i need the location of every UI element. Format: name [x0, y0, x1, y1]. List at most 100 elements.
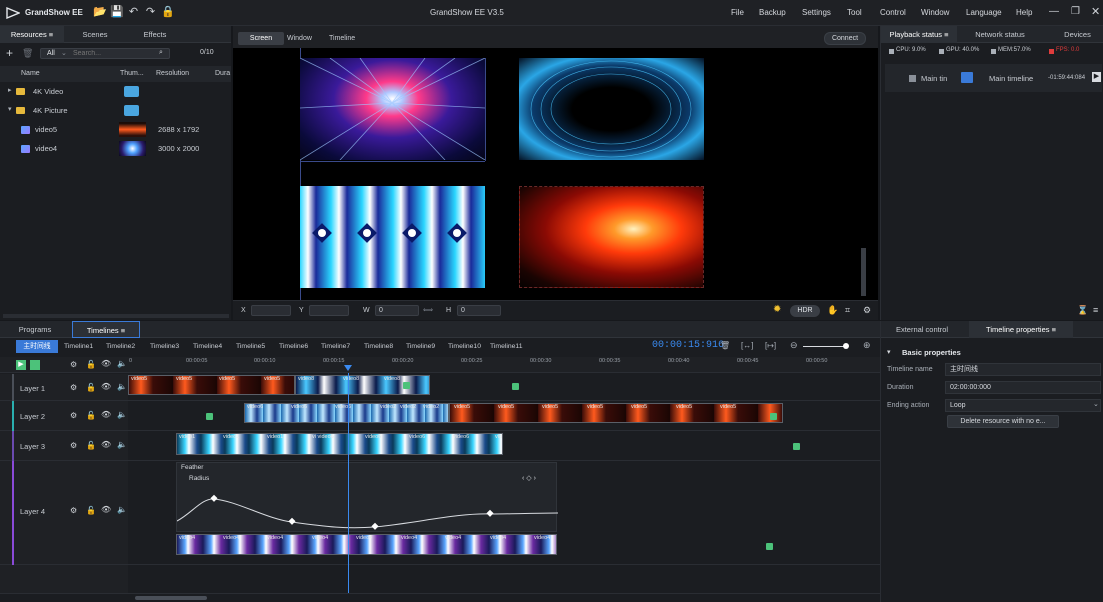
- audio-icon[interactable]: 🔈: [117, 359, 127, 368]
- settings-icon[interactable]: ⚙: [863, 305, 871, 316]
- layer-settings-icon[interactable]: ⚙: [70, 360, 77, 369]
- tab-window[interactable]: Window: [287, 35, 312, 42]
- x-field[interactable]: [251, 305, 291, 316]
- caret-right-icon[interactable]: ▸: [8, 86, 12, 94]
- layer-name[interactable]: Layer 4: [20, 507, 45, 516]
- tab-timeline-properties[interactable]: Timeline properties ≡: [969, 321, 1073, 338]
- menu-backup[interactable]: Backup: [759, 8, 786, 17]
- chevron-down-icon[interactable]: ⌄: [1093, 400, 1099, 408]
- search-input[interactable]: [73, 49, 153, 58]
- layer-settings-icon[interactable]: ⚙: [70, 411, 77, 420]
- clip[interactable]: video6 video6 video6 video2 video2 video…: [244, 403, 449, 423]
- column-duration[interactable]: Dura: [215, 70, 230, 77]
- tab-timeline-1[interactable]: Timeline1: [64, 340, 93, 353]
- keyframe-marker[interactable]: [770, 413, 777, 420]
- hand-icon[interactable]: ✋: [827, 305, 838, 316]
- preview-canvas[interactable]: [233, 48, 878, 300]
- menu-help[interactable]: Help: [1016, 8, 1032, 17]
- effect-param-label[interactable]: Radius: [189, 475, 209, 482]
- fit-in-icon[interactable]: [↔]: [741, 341, 753, 350]
- layer-lock-icon[interactable]: 🔓: [86, 506, 96, 515]
- vertical-scrollbar[interactable]: [861, 248, 866, 296]
- link-icon[interactable]: ⟺: [423, 306, 433, 314]
- tab-timeline-6[interactable]: Timeline6: [279, 340, 308, 353]
- menu-lines-icon[interactable]: ≡: [1093, 305, 1098, 315]
- layer-visibility-icon[interactable]: 👁: [101, 505, 111, 514]
- column-resolution[interactable]: Resolution: [156, 70, 189, 77]
- checkbox-icon[interactable]: [909, 75, 916, 82]
- menu-settings[interactable]: Settings: [802, 8, 831, 17]
- tab-resources[interactable]: Resources ≡: [0, 26, 64, 43]
- menu-control[interactable]: Control: [880, 8, 906, 17]
- layer-lock-icon[interactable]: 🔓: [86, 411, 96, 420]
- clip[interactable]: video5 video5 video5 video5 video5 video…: [449, 403, 783, 423]
- layer-visibility-icon[interactable]: 👁: [101, 382, 111, 391]
- maximize-icon[interactable]: ❐: [1071, 6, 1080, 17]
- layer-name[interactable]: Layer 3: [20, 442, 45, 451]
- layer-visibility-icon[interactable]: 👁: [101, 440, 111, 449]
- menu-window[interactable]: Window: [921, 8, 949, 17]
- folder-open-icon[interactable]: 📂: [93, 6, 107, 19]
- layer-audio-icon[interactable]: 🔈: [117, 505, 127, 514]
- playhead-handle[interactable]: [344, 365, 352, 371]
- delete-icon[interactable]: 🗑: [720, 341, 730, 350]
- play-icon[interactable]: ▶: [1092, 72, 1101, 82]
- filter-select[interactable]: All: [47, 50, 55, 57]
- zoom-slider-track[interactable]: [803, 346, 848, 347]
- duration-field[interactable]: 02:00:00:000: [945, 381, 1101, 394]
- stop-button-icon[interactable]: [30, 360, 40, 370]
- effect-curve-editor[interactable]: Feather ▾ Radius ‹ ◇ ›: [176, 462, 558, 532]
- tab-programs[interactable]: Programs: [0, 321, 70, 338]
- layer-audio-icon[interactable]: 🔈: [117, 410, 127, 419]
- chevron-down-icon[interactable]: ⌄: [61, 49, 67, 57]
- tab-screen[interactable]: Screen: [238, 32, 284, 45]
- tab-devices[interactable]: Devices: [1051, 26, 1103, 43]
- tab-scenes[interactable]: Scenes: [70, 26, 120, 43]
- layer-settings-icon[interactable]: ⚙: [70, 383, 77, 392]
- tab-network-status[interactable]: Network status: [967, 26, 1033, 43]
- save-icon[interactable]: 💾: [110, 6, 124, 19]
- ending-action-select[interactable]: Loop: [945, 399, 1101, 412]
- tab-playback-status[interactable]: Playback status ≡: [881, 26, 957, 43]
- keyframe-marker[interactable]: [512, 383, 519, 390]
- list-item[interactable]: video4 3000 x 2000: [0, 140, 230, 158]
- tab-timeline-4[interactable]: Timeline4: [193, 340, 222, 353]
- tab-timeline-11[interactable]: Timeline11: [490, 340, 523, 353]
- time-ruler[interactable]: 0 00:00:05 00:00:10 00:00:15 00:00:20 00…: [128, 357, 880, 373]
- list-item[interactable]: video5 2688 x 1792: [0, 121, 230, 139]
- lock-layers-icon[interactable]: 🔓: [86, 360, 96, 369]
- layer-name[interactable]: Layer 1: [20, 384, 45, 393]
- lock-icon[interactable]: 🔒: [161, 6, 175, 19]
- layer-name[interactable]: Layer 2: [20, 412, 45, 421]
- layer-settings-icon[interactable]: ⚙: [70, 441, 77, 450]
- tab-timeline-8[interactable]: Timeline8: [364, 340, 393, 353]
- playhead-line[interactable]: [348, 373, 349, 598]
- brightness-icon[interactable]: ✹: [773, 304, 781, 315]
- timeline-horizontal-scrollbar[interactable]: [135, 596, 207, 600]
- tab-timeline-10[interactable]: Timeline10: [448, 340, 481, 353]
- zoom-out-icon[interactable]: ⊖: [790, 340, 798, 351]
- tab-timeline[interactable]: Timeline: [329, 35, 355, 42]
- column-thumbnail[interactable]: Thum...: [120, 70, 144, 77]
- effect-group-label[interactable]: Feather: [181, 464, 203, 471]
- keyframe-nav-icon[interactable]: ‹ ◇ ›: [522, 474, 536, 482]
- layer-lock-icon[interactable]: 🔓: [86, 441, 96, 450]
- fit-out-icon[interactable]: [↦]: [765, 341, 776, 350]
- visibility-icon[interactable]: 👁: [101, 359, 111, 368]
- caret-down-icon[interactable]: ▾: [8, 105, 12, 113]
- menu-tool[interactable]: Tool: [847, 8, 862, 17]
- menu-language[interactable]: Language: [966, 8, 1002, 17]
- tab-timeline-9[interactable]: Timeline9: [406, 340, 435, 353]
- list-item[interactable]: ▾ 4K Picture: [0, 102, 230, 120]
- play-button-icon[interactable]: ▶: [16, 360, 26, 370]
- preview-tile[interactable]: [300, 58, 485, 160]
- redo-icon[interactable]: ↷: [144, 6, 157, 19]
- preview-tile[interactable]: [519, 58, 704, 160]
- crop-icon[interactable]: ⌗: [845, 305, 850, 316]
- layer-settings-icon[interactable]: ⚙: [70, 506, 77, 515]
- menu-file[interactable]: File: [731, 8, 744, 17]
- minimize-icon[interactable]: —: [1049, 6, 1059, 17]
- tab-timelines[interactable]: Timelines ≡: [72, 321, 140, 338]
- preview-tile[interactable]: [519, 186, 704, 288]
- delete-resource-button[interactable]: Delete resource with no e...: [947, 415, 1059, 428]
